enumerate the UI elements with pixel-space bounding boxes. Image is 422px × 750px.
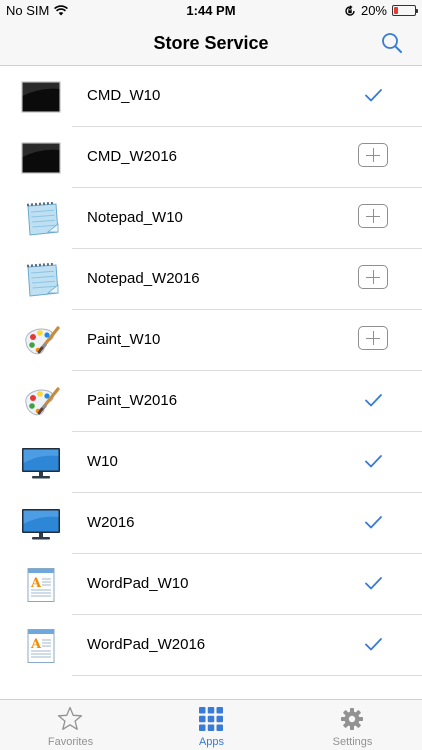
add-button[interactable]	[358, 326, 388, 352]
list-item-label: WordPad_W10	[87, 575, 189, 592]
list-item-label: Notepad_W2016	[87, 270, 200, 287]
battery-icon	[392, 5, 418, 16]
tab-label: Apps	[198, 736, 225, 748]
list-item[interactable]: Paint_W2016	[0, 371, 422, 432]
checkmark-icon[interactable]	[358, 448, 388, 474]
star-icon	[57, 706, 83, 730]
plus-icon	[358, 326, 388, 350]
list-item[interactable]: Paint_W10	[0, 310, 422, 371]
list-item[interactable]: Notepad_W10	[0, 188, 422, 249]
plus-icon	[358, 204, 388, 228]
list-item-label: W10	[87, 453, 118, 470]
checkmark-icon[interactable]	[358, 631, 388, 657]
notepad-icon	[20, 262, 62, 297]
list-item-label: Paint_W10	[87, 331, 161, 348]
list-item[interactable]: A WordPad_W10	[0, 554, 422, 615]
list-item[interactable]: CMD_W10	[0, 66, 422, 127]
checkmark-icon[interactable]	[358, 570, 388, 596]
monitor-icon	[20, 507, 62, 541]
list-item-label: CMD_W2016	[87, 148, 178, 165]
grid-icon	[199, 707, 223, 731]
search-icon[interactable]	[380, 31, 404, 55]
cmd-icon	[20, 80, 62, 114]
list-item-label: Notepad_W10	[87, 209, 183, 226]
list-item[interactable]: W10	[0, 432, 422, 493]
list-item-label: W2016	[87, 514, 135, 531]
page-title: Store Service	[153, 33, 269, 53]
checkmark-icon[interactable]	[358, 509, 388, 535]
tab-apps[interactable]: Apps	[141, 700, 282, 750]
tab-label: Favorites	[47, 736, 94, 748]
list-item[interactable]: CMD_W2016	[0, 127, 422, 188]
add-button[interactable]	[358, 204, 388, 230]
checkmark-icon[interactable]	[358, 82, 388, 108]
list-item[interactable]: W2016	[0, 493, 422, 554]
tab-settings[interactable]: Settings	[282, 700, 422, 750]
add-button[interactable]	[358, 143, 388, 169]
wordpad-icon: A	[20, 568, 62, 602]
checkmark-icon[interactable]	[358, 387, 388, 413]
monitor-icon	[20, 446, 62, 480]
tab-bar: Favorites Apps Settings	[0, 699, 422, 750]
svg-text:A: A	[30, 576, 42, 591]
list-item-label: CMD_W10	[87, 87, 161, 104]
paint-icon	[20, 385, 62, 419]
plus-icon	[358, 143, 388, 167]
nav-bar: Store Service	[0, 22, 422, 66]
paint-icon	[20, 324, 62, 358]
gear-icon	[341, 708, 363, 730]
tab-favorites[interactable]: Favorites	[0, 700, 141, 750]
add-button[interactable]	[358, 265, 388, 291]
wordpad-icon: A	[20, 629, 62, 663]
tab-label: Settings	[332, 736, 373, 748]
list-item-label: WordPad_W2016	[87, 636, 206, 653]
list-item[interactable]: Notepad_W2016	[0, 249, 422, 310]
list-item[interactable]: A WordPad_W2016	[0, 615, 422, 676]
notepad-icon	[20, 201, 62, 236]
battery-level	[394, 7, 398, 14]
svg-text:A: A	[30, 637, 42, 652]
status-bar: No SIM 1:44 PM 20%	[0, 0, 422, 22]
list-item-label: Paint_W2016	[87, 392, 178, 409]
orientation-lock-icon	[345, 4, 355, 16]
battery-percent: 20%	[360, 3, 387, 18]
plus-icon	[358, 265, 388, 289]
cmd-icon	[20, 141, 62, 175]
status-right: 20%	[344, 3, 418, 18]
app-list: CMD_W10 CMD_W2016 Notepad_W10 Notepad_W2…	[0, 66, 422, 676]
